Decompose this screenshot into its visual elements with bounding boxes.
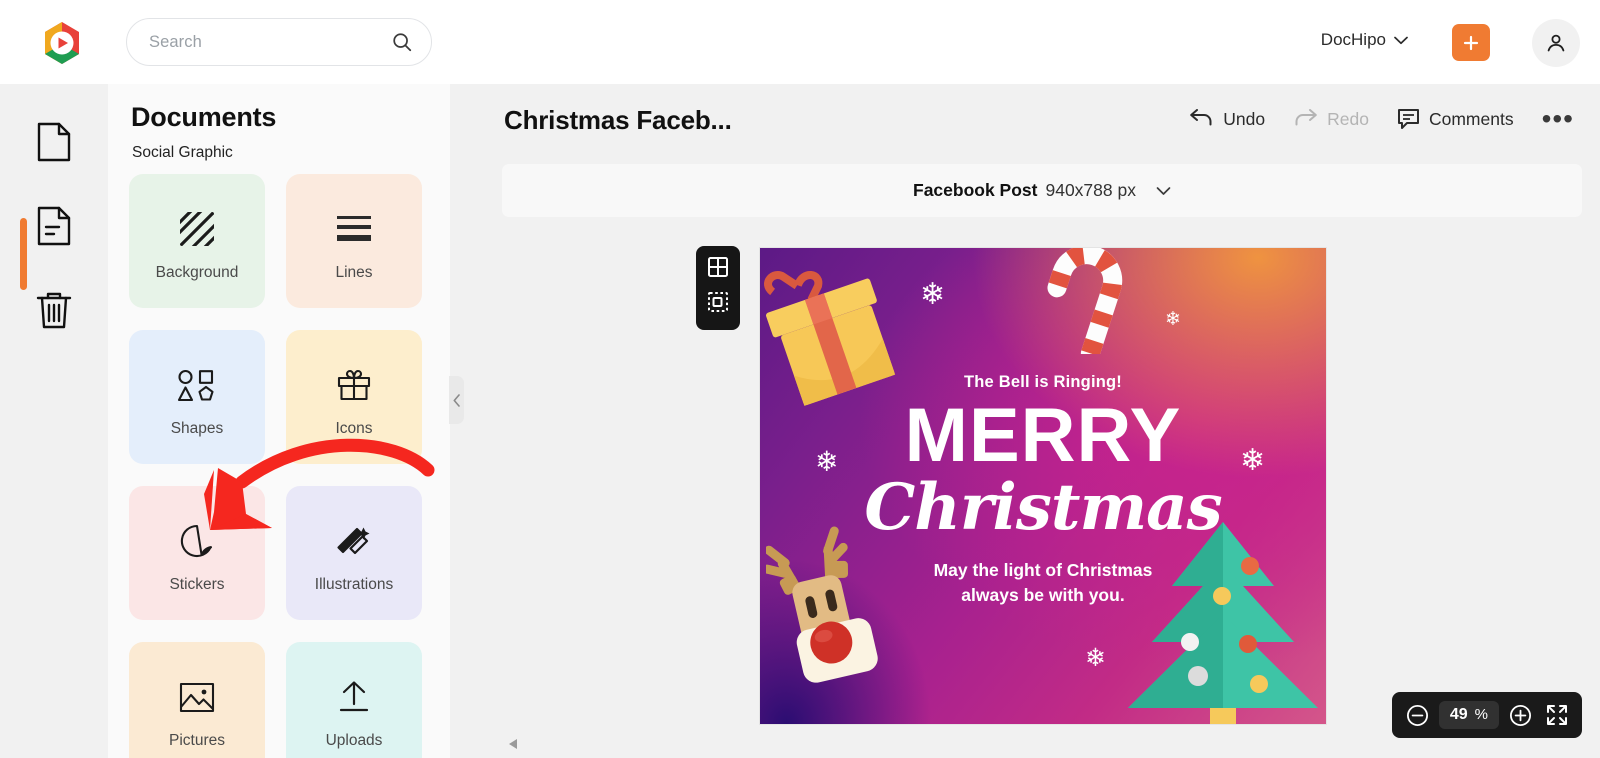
tile-pictures[interactable]: Pictures xyxy=(129,642,265,758)
tile-label: Stickers xyxy=(169,576,225,593)
lines-icon xyxy=(336,200,372,258)
panel-collapse-handle[interactable] xyxy=(449,376,464,424)
triangle-left-icon[interactable] xyxy=(508,738,522,752)
plus-circle-icon[interactable] xyxy=(1509,704,1532,727)
avatar[interactable] xyxy=(1532,19,1580,67)
redo-button[interactable]: Redo xyxy=(1279,108,1383,130)
tile-illustrations[interactable]: Illustrations xyxy=(286,486,422,620)
tile-label: Lines xyxy=(335,264,373,281)
editor-action-bar: Undo Redo Comments ••• xyxy=(1175,105,1578,133)
tile-shapes[interactable]: Shapes xyxy=(129,330,265,464)
sticker-icon xyxy=(180,512,214,570)
search-placeholder: Search xyxy=(149,32,202,51)
tile-stickers[interactable]: Stickers xyxy=(129,486,265,620)
pages-icon xyxy=(35,121,73,163)
top-bar: Search DocHipo xyxy=(0,0,1600,84)
chevron-down-icon xyxy=(1394,36,1408,45)
undo-label: Undo xyxy=(1223,108,1266,129)
design-subtext[interactable]: May the light of Christmas always be wit… xyxy=(760,558,1326,609)
redo-label: Redo xyxy=(1327,108,1369,129)
upload-icon xyxy=(337,668,371,726)
size-dimensions: 940x788 px xyxy=(1045,180,1136,200)
plus-icon xyxy=(1461,33,1481,53)
zoom-control: 49 % xyxy=(1391,692,1582,738)
comment-icon xyxy=(1397,108,1420,130)
document-text-icon xyxy=(35,205,73,247)
zoom-level: 49 xyxy=(1449,706,1468,723)
left-icon-rail xyxy=(0,84,108,758)
comments-label: Comments xyxy=(1428,108,1514,129)
element-tile-grid: Background Lines Shapes Icons Stickers I… xyxy=(129,174,433,758)
candy-cane-illustration xyxy=(1047,248,1123,354)
snowflake-decoration: ❄ xyxy=(1085,644,1106,672)
tile-label: Icons xyxy=(335,420,373,437)
design-canvas-surface[interactable]: ❄ ❄ ❄ ❄ ❄ The Bell is Ringing! MERRY Chr… xyxy=(760,248,1326,724)
design-script-headline[interactable]: Christmas xyxy=(760,476,1326,540)
more-horizontal-icon[interactable]: ••• xyxy=(1528,105,1578,133)
pencil-sparkle-icon xyxy=(336,512,372,570)
minus-circle-icon[interactable] xyxy=(1406,704,1429,727)
undo-button[interactable]: Undo xyxy=(1175,108,1279,130)
panel-subtitle: Social Graphic xyxy=(132,144,233,161)
zoom-unit: % xyxy=(1474,706,1488,723)
chevron-left-icon xyxy=(452,393,461,407)
tile-label: Shapes xyxy=(170,420,224,437)
tile-background[interactable]: Background xyxy=(129,174,265,308)
design-subtext-line2: always be with you. xyxy=(961,585,1125,606)
dochipo-logo[interactable] xyxy=(38,19,86,67)
document-title[interactable]: Christmas Faceb... xyxy=(504,105,732,136)
size-preset-name: Facebook Post xyxy=(913,180,1038,200)
comments-button[interactable]: Comments xyxy=(1383,108,1528,130)
design-kicker[interactable]: The Bell is Ringing! xyxy=(760,373,1326,392)
design-canvas[interactable]: ❄ ❄ ❄ ❄ ❄ The Bell is Ringing! MERRY Chr… xyxy=(760,248,1326,724)
trash-icon xyxy=(35,289,73,331)
grid-layout-icon[interactable] xyxy=(706,255,730,279)
design-subtext-line1: May the light of Christmas xyxy=(933,560,1153,580)
elements-panel: Documents Social Graphic Background Line… xyxy=(108,84,450,758)
user-icon xyxy=(1544,31,1568,55)
selection-box-icon[interactable] xyxy=(706,290,730,314)
canvas-size-bar[interactable]: Facebook Post 940x788 px xyxy=(502,164,1582,217)
reindeer-illustration xyxy=(766,526,878,683)
sidebar-item-pages[interactable] xyxy=(0,100,108,184)
expand-icon[interactable] xyxy=(1546,704,1568,726)
sidebar-item-document[interactable] xyxy=(0,184,108,268)
snowflake-decoration: ❄ xyxy=(1165,309,1181,330)
tile-uploads[interactable]: Uploads xyxy=(286,642,422,758)
undo-icon xyxy=(1189,108,1214,130)
search-input[interactable]: Search xyxy=(126,18,432,66)
shapes-icon xyxy=(177,356,217,414)
app-root: Search DocHipo Documents Social Graphic … xyxy=(0,0,1600,758)
editor-area: Christmas Faceb... Undo Redo Comments ••… xyxy=(450,84,1600,758)
object-toolbar xyxy=(696,246,740,330)
redo-icon xyxy=(1293,108,1318,130)
gift-icon xyxy=(336,356,372,414)
design-headline[interactable]: MERRY xyxy=(760,398,1326,474)
tile-label: Illustrations xyxy=(314,576,394,593)
create-new-button[interactable] xyxy=(1452,24,1490,61)
account-label: DocHipo xyxy=(1320,30,1386,49)
tile-label: Background xyxy=(155,264,239,281)
sidebar-item-trash[interactable] xyxy=(0,268,108,352)
search-icon[interactable] xyxy=(391,31,413,53)
zoom-value-box[interactable]: 49 % xyxy=(1438,701,1499,729)
snowflake-decoration: ❄ xyxy=(920,278,946,311)
image-icon xyxy=(179,668,215,726)
account-menu[interactable]: DocHipo xyxy=(1321,30,1408,50)
hatch-pattern-icon xyxy=(180,200,214,258)
chevron-down-icon[interactable] xyxy=(1156,186,1171,196)
tile-label: Uploads xyxy=(325,732,383,749)
page-title: Documents xyxy=(131,102,277,132)
tile-icons[interactable]: Icons xyxy=(286,330,422,464)
christmas-tree-illustration xyxy=(1128,522,1318,724)
tile-label: Pictures xyxy=(169,732,225,749)
tile-lines[interactable]: Lines xyxy=(286,174,422,308)
